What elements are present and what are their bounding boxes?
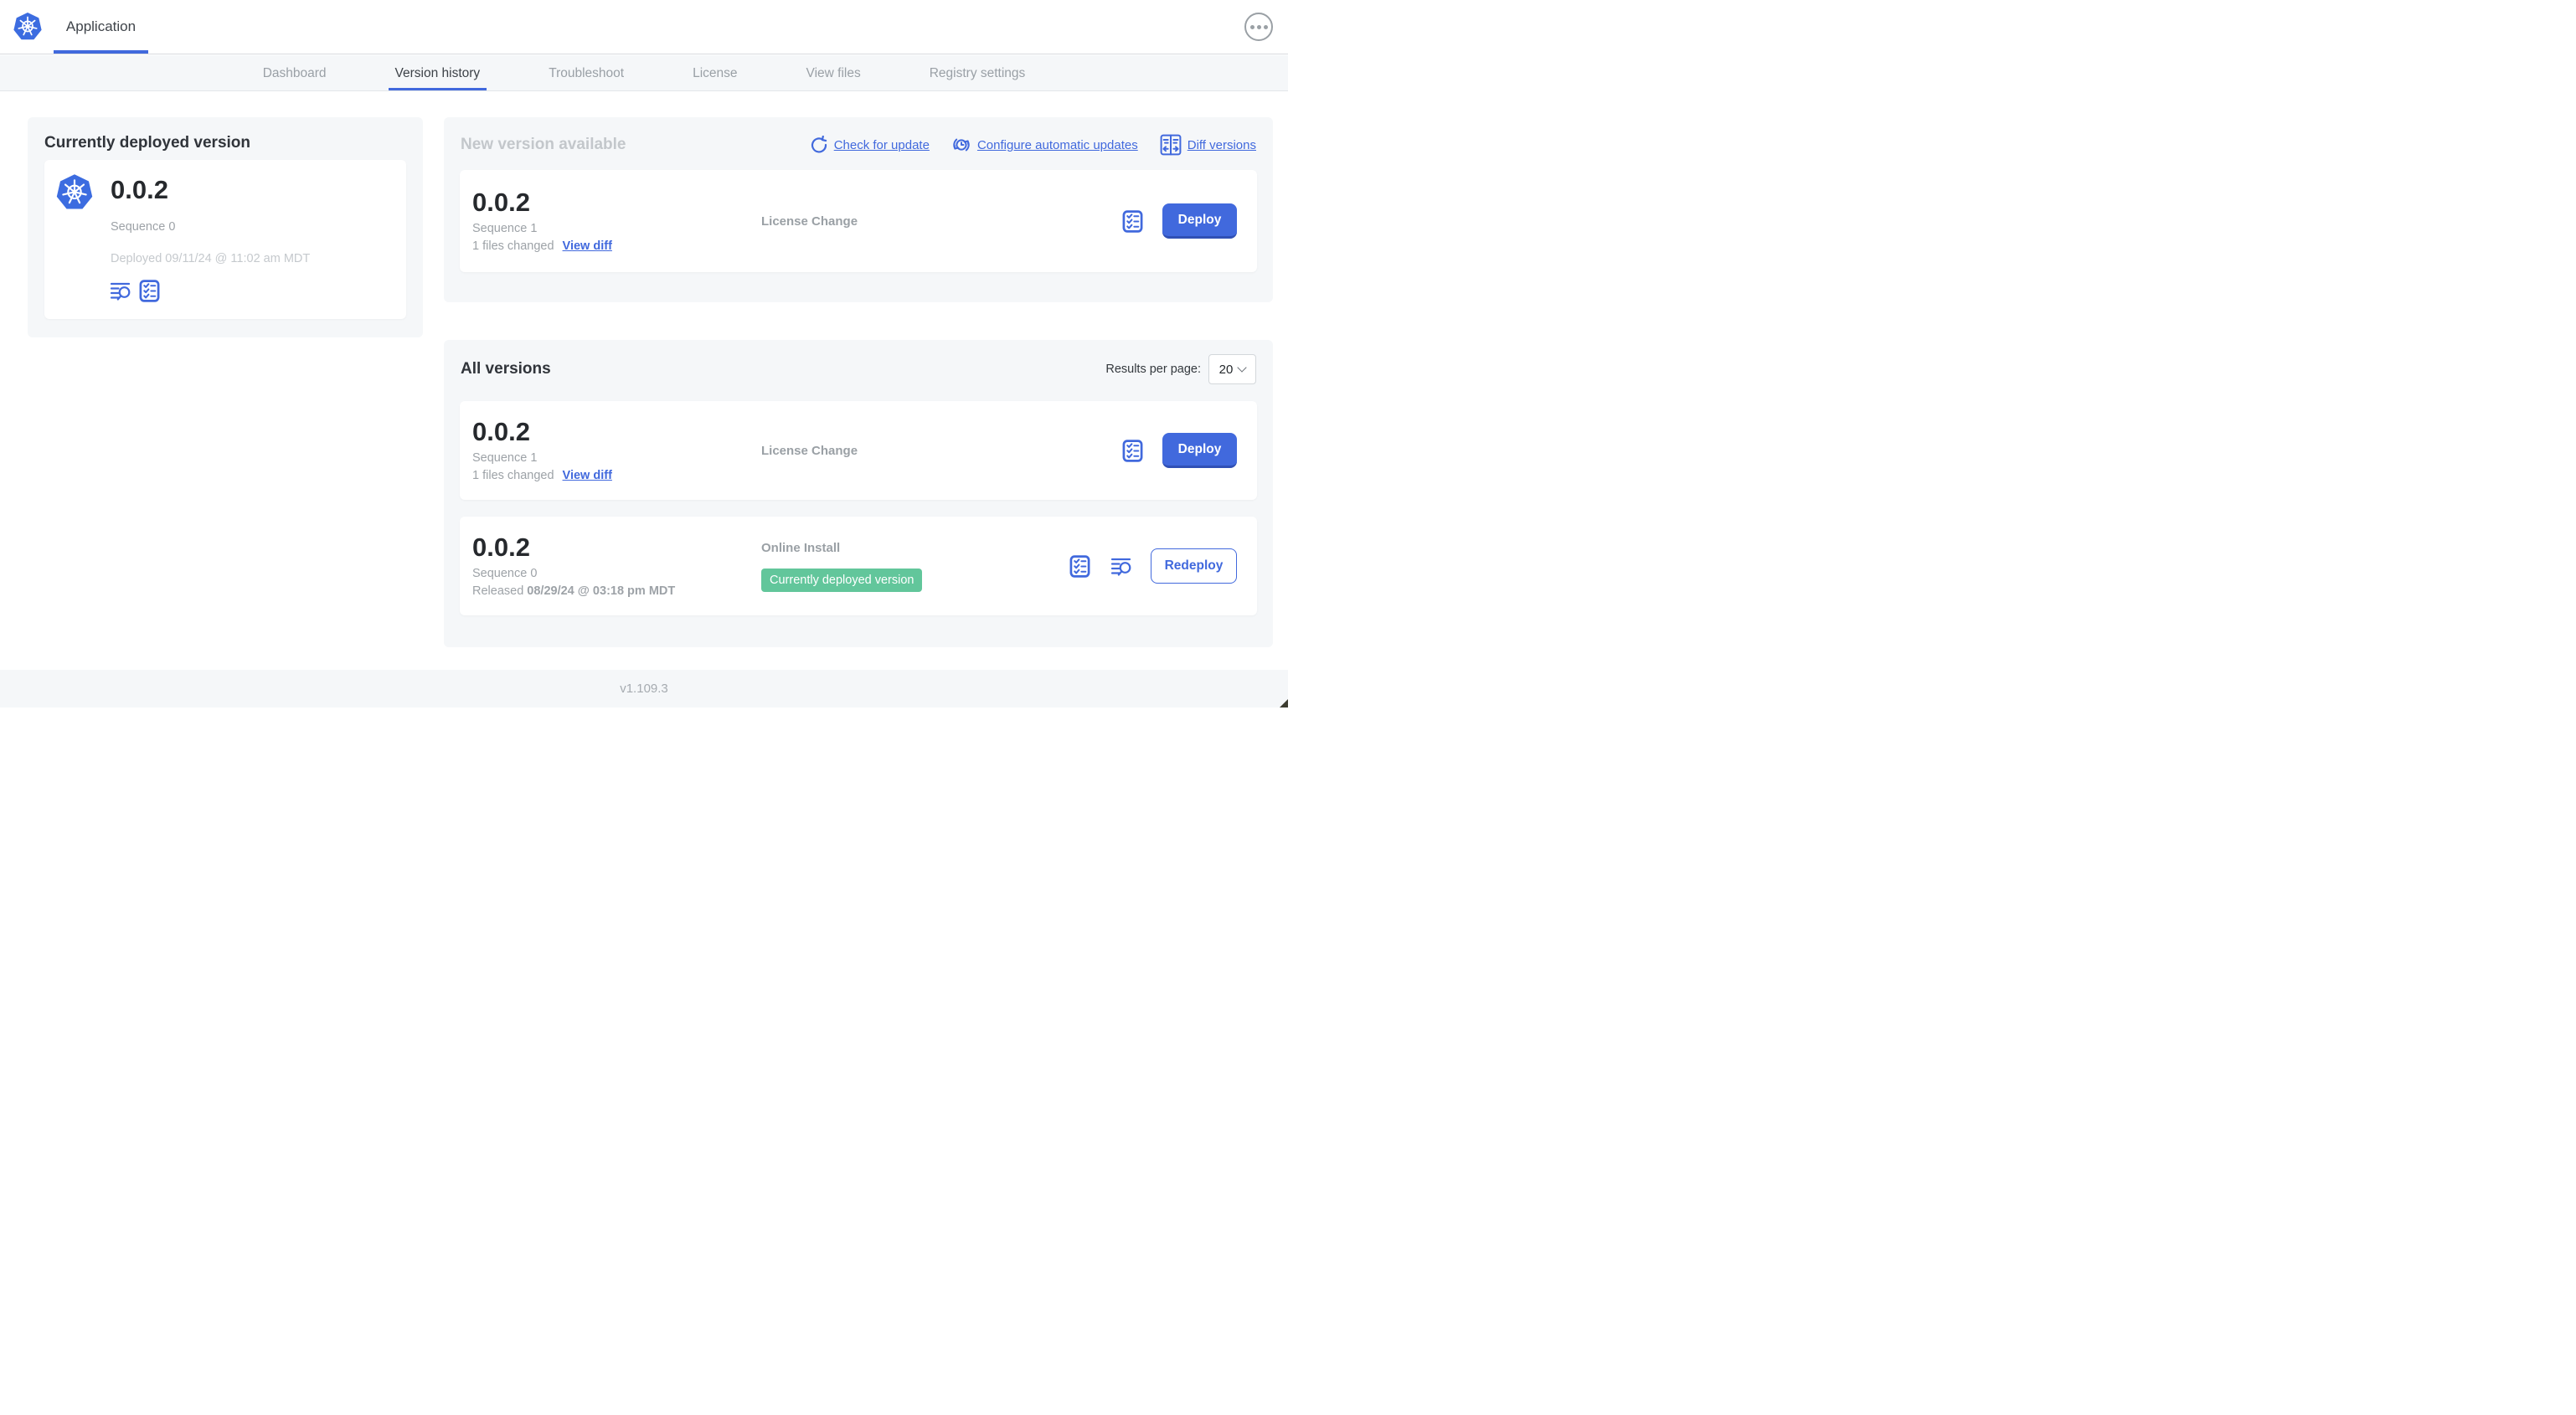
row-sequence: Sequence 1 [472, 451, 538, 466]
top-header: Application [0, 0, 1288, 54]
version-row-sequence-1: 0.0.2 Sequence 1 1 files changed View di… [460, 401, 1257, 500]
tab-version-history[interactable]: Version history [389, 55, 487, 90]
row-source-label: License Change [761, 214, 858, 229]
row-sequence: Sequence 0 [472, 567, 538, 581]
files-changed-label: 1 files changed [472, 469, 554, 483]
preflight-checklist-icon[interactable] [1121, 209, 1144, 233]
new-version-row: 0.0.2 Sequence 1 1 files changed View di… [460, 170, 1257, 272]
tab-view-files[interactable]: View files [800, 55, 868, 90]
view-logs-icon[interactable] [1110, 555, 1132, 578]
console-version: v1.109.3 [620, 682, 668, 696]
row-released-timestamp: Released 08/29/24 @ 03:18 pm MDT [472, 584, 676, 599]
row-sequence: Sequence 1 [472, 222, 538, 236]
configure-automatic-updates-link[interactable]: Configure automatic updates [951, 135, 1138, 155]
row-version-number: 0.0.2 [472, 532, 530, 562]
currently-deployed-card: 0.0.2 Sequence 0 Deployed 09/11/24 @ 11:… [44, 160, 406, 319]
tab-dashboard[interactable]: Dashboard [256, 55, 333, 90]
row-version-number: 0.0.2 [472, 187, 530, 217]
tab-registry-settings[interactable]: Registry settings [923, 55, 1033, 90]
results-per-page-select[interactable]: 20 [1208, 354, 1256, 384]
app-subnav: Dashboard Version history Troubleshoot L… [0, 55, 1288, 91]
overflow-menu-button[interactable] [1244, 13, 1273, 41]
all-versions-title: All versions [461, 360, 551, 378]
results-per-page-label: Results per page: [1105, 363, 1201, 376]
current-sequence: Sequence 0 [111, 220, 176, 234]
currently-deployed-title: Currently deployed version [44, 134, 251, 152]
deploy-button[interactable]: Deploy [1162, 203, 1237, 239]
results-per-page-value: 20 [1218, 362, 1234, 377]
preflight-checklist-icon[interactable] [1069, 554, 1091, 578]
view-diff-link[interactable]: View diff [563, 469, 612, 482]
all-versions-panel: All versions Results per page: 20 0.0.2 … [444, 340, 1273, 647]
currently-deployed-panel: Currently deployed version 0.0.2 Sequenc… [28, 117, 423, 337]
row-source-label: Online Install [761, 540, 841, 555]
app-tab-active-underline [54, 50, 148, 54]
currently-deployed-badge: Currently deployed version [761, 568, 923, 592]
ellipsis-icon [1249, 24, 1255, 29]
row-version-number: 0.0.2 [472, 416, 530, 446]
row-source-label: License Change [761, 443, 858, 458]
app-tab[interactable]: Application [54, 0, 148, 54]
tab-license[interactable]: License [686, 55, 744, 90]
chevron-down-icon [1237, 363, 1248, 373]
new-version-panel: New version available Check for update C… [444, 117, 1273, 302]
preflight-checklist-icon[interactable] [1121, 439, 1144, 462]
kubernetes-app-icon [55, 173, 94, 210]
redeploy-button[interactable]: Redeploy [1151, 548, 1237, 584]
files-changed-label: 1 files changed [472, 239, 554, 254]
diff-versions-link[interactable]: Diff versions [1160, 134, 1256, 156]
deploy-button[interactable]: Deploy [1162, 433, 1237, 468]
current-version-number: 0.0.2 [111, 175, 168, 204]
app-footer: v1.109.3 [0, 670, 1288, 708]
kubernetes-logo-icon [13, 12, 43, 41]
version-row-sequence-0: 0.0.2 Sequence 0 Released 08/29/24 @ 03:… [460, 517, 1257, 615]
check-for-update-link[interactable]: Check for update [810, 136, 930, 154]
diff-icon [1160, 134, 1182, 156]
tab-troubleshoot[interactable]: Troubleshoot [542, 55, 631, 90]
view-logs-icon[interactable] [109, 280, 131, 302]
new-version-heading: New version available [461, 136, 626, 153]
current-deployed-timestamp: Deployed 09/11/24 @ 11:02 am MDT [111, 252, 311, 265]
app-tab-label: Application [65, 18, 137, 34]
view-diff-link[interactable]: View diff [563, 239, 612, 253]
refresh-icon [811, 136, 827, 153]
preflight-checklist-icon[interactable] [138, 280, 161, 302]
auto-update-clock-icon [953, 138, 970, 152]
